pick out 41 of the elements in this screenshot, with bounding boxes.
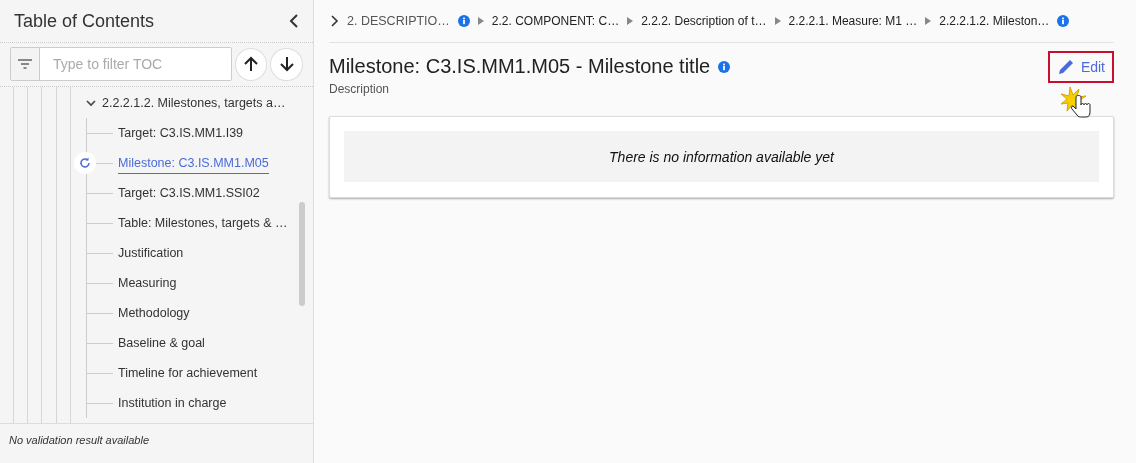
breadcrumb-link[interactable]: 2.2.2.1.2. Mileston…: [939, 14, 1050, 28]
down-arrow-icon: [279, 56, 294, 72]
collapse-icon[interactable]: [289, 14, 299, 28]
filter-icon[interactable]: [18, 59, 32, 69]
edit-button[interactable]: Edit: [1047, 51, 1114, 83]
refresh-icon[interactable]: [74, 152, 96, 174]
info-icon[interactable]: [457, 15, 470, 27]
page-title: Milestone: C3.IS.MM1.M05 - Milestone title: [329, 55, 711, 78]
validation-status: No validation result available: [0, 423, 313, 463]
info-icon[interactable]: [718, 60, 731, 73]
info-icon[interactable]: [1057, 15, 1070, 27]
breadcrumb-link[interactable]: 2.2. COMPONENT: C…: [491, 14, 620, 28]
filter-field[interactable]: Type to filter TOC: [10, 47, 232, 81]
tree-item[interactable]: Measuring: [118, 273, 177, 293]
pencil-icon: [1056, 58, 1075, 76]
separator-icon: [774, 17, 781, 25]
chevron-icon[interactable]: [331, 15, 339, 27]
empty-message: There is no information available yet: [344, 131, 1099, 182]
tree-item[interactable]: Target: C3.IS.MM1.I39: [118, 123, 244, 143]
filter-field[interactable]: Type to filter TOC: [40, 55, 225, 73]
down-arrow-button[interactable]: [270, 47, 303, 81]
breadcrumb-link[interactable]: 2.2.2.1. Measure: M1 …: [788, 14, 918, 28]
tree-item[interactable]: Baseline & goal: [118, 333, 205, 353]
tree-item[interactable]: Justification: [118, 243, 184, 263]
tree-item[interactable]: Milestone: C3.IS.MM1.M05: [118, 152, 269, 174]
scrollbar[interactable]: [299, 202, 305, 306]
subtitle: Description: [329, 82, 391, 96]
breadcrumb-link[interactable]: 2.2.2. Description of t…: [641, 14, 767, 28]
tree-item[interactable]: Timeline for achievement: [118, 363, 258, 383]
tree-item[interactable]: Methodology: [118, 303, 190, 323]
breadcrumb-link[interactable]: 2. DESCRIPTIO…: [347, 14, 450, 28]
tree-item[interactable]: Institution in charge: [118, 393, 227, 413]
tree-item[interactable]: Table: Milestones, targets & …: [118, 213, 288, 233]
up-arrow-button[interactable]: [234, 47, 268, 81]
separator-icon: [477, 17, 484, 25]
sidebar-title: Table of Contents: [14, 10, 155, 32]
separator-icon: [925, 17, 932, 25]
separator-icon: [627, 17, 634, 25]
tree-item[interactable]: Target: C3.IS.MM1.SSI02: [118, 183, 260, 203]
up-arrow-icon: [244, 56, 258, 72]
tree-item[interactable]: 2.2.2.1.2. Milestones, targets a…: [102, 96, 286, 110]
